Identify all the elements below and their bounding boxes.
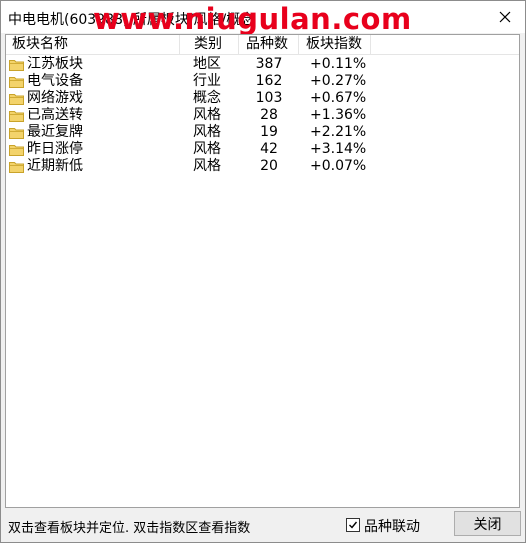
watermark: www.niugulan.com xyxy=(93,2,412,36)
folder-icon xyxy=(9,145,24,156)
block-count: 42 xyxy=(260,141,278,157)
block-index[interactable]: +0.11% xyxy=(310,56,366,73)
list-item[interactable]: 已高送转 风格 28 +1.36% xyxy=(6,107,519,124)
block-index[interactable]: +2.21% xyxy=(310,124,366,141)
list-item[interactable]: 电气设备 行业 162 +0.27% xyxy=(6,73,519,90)
folder-icon xyxy=(9,111,24,122)
block-count: 387 xyxy=(255,56,283,72)
block-list[interactable]: 板块名称 类别 品种数 板块指数 江苏板块 地区 387 +0.11% 电气设备 行业 16… xyxy=(5,34,520,508)
folder-icon xyxy=(9,60,24,71)
dialog-window: 中电电机(603988) 所属板块/风格/概念 www.niugulan.com… xyxy=(0,0,526,543)
block-name: 昨日涨停 xyxy=(27,141,83,157)
close-icon xyxy=(499,11,511,23)
block-index[interactable]: +0.07% xyxy=(310,158,366,175)
status-hint: 双击查看板块并定位. 双击指数区查看指数 xyxy=(8,521,251,536)
block-category: 风格 xyxy=(193,107,221,123)
block-index[interactable]: +1.36% xyxy=(310,107,366,124)
block-name: 江苏板块 xyxy=(27,56,83,72)
block-name: 网络游戏 xyxy=(27,90,83,106)
block-category: 风格 xyxy=(193,141,221,157)
column-header-index[interactable]: 板块指数 xyxy=(299,35,371,54)
block-name: 最近复牌 xyxy=(27,124,83,140)
block-category: 地区 xyxy=(193,56,221,72)
list-item[interactable]: 江苏板块 地区 387 +0.11% xyxy=(6,56,519,73)
folder-icon xyxy=(9,94,24,105)
block-count: 28 xyxy=(260,107,278,123)
column-header-name[interactable]: 板块名称 xyxy=(6,35,180,54)
list-item[interactable]: 近期新低 风格 20 +0.07% xyxy=(6,158,519,175)
check-icon xyxy=(349,521,358,529)
block-count: 19 xyxy=(260,124,278,140)
list-header: 板块名称 类别 品种数 板块指数 xyxy=(6,35,519,55)
window-close-button[interactable] xyxy=(485,1,525,33)
block-name: 电气设备 xyxy=(27,73,83,89)
block-index[interactable]: +0.27% xyxy=(310,73,366,90)
block-index[interactable]: +0.67% xyxy=(310,90,366,107)
block-category: 行业 xyxy=(193,73,221,89)
block-index[interactable]: +3.14% xyxy=(310,141,366,158)
sync-checkbox[interactable] xyxy=(346,518,360,532)
block-name: 已高送转 xyxy=(27,107,83,123)
folder-icon xyxy=(9,162,24,173)
block-category: 风格 xyxy=(193,124,221,140)
folder-icon xyxy=(9,77,24,88)
title-bar: 中电电机(603988) 所属板块/风格/概念 www.niugulan.com xyxy=(1,1,525,36)
status-bar: 双击查看板块并定位. 双击指数区查看指数 品种联动 关闭 xyxy=(1,509,525,542)
close-button[interactable]: 关闭 xyxy=(454,511,521,536)
list-item[interactable]: 最近复牌 风格 19 +2.21% xyxy=(6,124,519,141)
block-category: 风格 xyxy=(193,158,221,174)
sync-checkbox-label[interactable]: 品种联动 xyxy=(364,516,420,536)
block-count: 103 xyxy=(255,90,283,106)
block-count: 20 xyxy=(260,158,278,174)
list-item[interactable]: 网络游戏 概念 103 +0.67% xyxy=(6,90,519,107)
column-header-count[interactable]: 品种数 xyxy=(239,35,299,54)
list-item[interactable]: 昨日涨停 风格 42 +3.14% xyxy=(6,141,519,158)
folder-icon xyxy=(9,128,24,139)
column-header-category[interactable]: 类别 xyxy=(180,35,239,54)
block-count: 162 xyxy=(255,73,283,89)
block-name: 近期新低 xyxy=(27,158,83,174)
block-category: 概念 xyxy=(193,90,221,106)
